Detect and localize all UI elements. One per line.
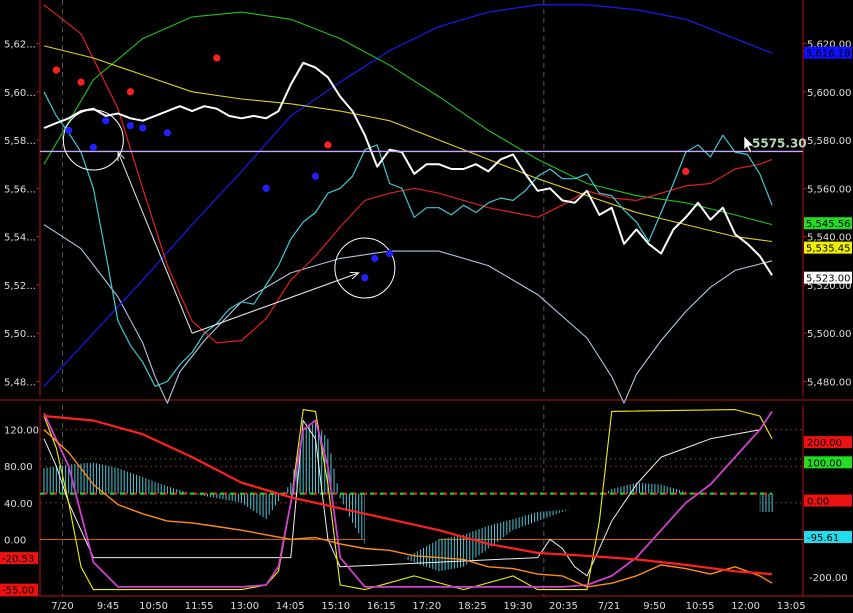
time-tick-label: 13:00 [230,601,259,612]
blue-signal-dot [89,143,97,151]
price-left-tick-label: 5,52... [4,281,36,292]
price-label-text: 5,535.45 [806,244,851,255]
time-tick-label: 19:30 [503,601,532,612]
time-tick-label: 10:55 [686,601,715,612]
chart-canvas: 5,62... 5,60... 5,58... 5,56... 5,54... 5,52.… [0,0,853,613]
blue-signal-dot [371,254,379,262]
red-signal-dot [213,54,221,62]
red-signal-dot [324,141,332,149]
level-line-label: 5575.30 [752,136,807,150]
osc-left-value-text: -55.00 [2,586,34,597]
time-tick-label: 20:35 [549,601,578,612]
blue-signal-dot [262,184,270,192]
price-right-tick-label: 5,480.00 [807,378,852,389]
osc-left-tick-label: 120.00 [4,426,39,437]
price-right-tick-label: 5,600.00 [807,88,852,99]
blue-signal-dot [139,124,147,132]
osc-right-tick-label: -200.00 [809,573,848,584]
time-tick-label: 9:45 [97,601,119,612]
blue-signal-dot [385,249,394,258]
osc-right-value-text: -95.61 [807,533,839,544]
time-tick-label: 7/21 [598,601,620,612]
osc-right-value-text: 200.00 [807,438,842,449]
price-right-tick-label: 5,580.00 [807,136,852,147]
price-label-text: 5,545.56 [806,219,851,230]
blue-signal-dot [361,274,369,282]
price-left-tick-label: 5,62... [4,39,36,50]
price-left-tick-label: 5,58... [4,136,36,147]
osc-right-value-text: 100.00 [807,458,842,469]
osc-left-tick-label: 80.00 [4,462,33,473]
time-axis: 7/20 9:45 10:50 11:55 13:00 14:05 15:10 16:15 17… [51,601,805,612]
price-right-tick-label: 5,560.00 [807,184,852,195]
osc-left-tick-label: 40.00 [4,499,33,510]
price-right-tick-label: 5,500.00 [807,329,852,340]
osc-left-tick-label: 0.00 [4,535,26,546]
time-tick-label: 16:15 [367,601,396,612]
red-signal-dot [52,66,60,74]
time-tick-label: 17:20 [412,601,441,612]
time-tick-label: 7/20 [51,601,73,612]
time-tick-label: 14:05 [276,601,305,612]
red-signal-dot [77,78,85,86]
red-signal-dot [682,167,690,176]
time-tick-label: 10:50 [139,601,168,612]
time-tick-label: 15:10 [321,601,350,612]
price-label-text: 5,616.18 [806,49,851,60]
price-left-tick-label: 5,56... [4,184,36,195]
osc-right-value-text: 0.00 [807,497,829,508]
price-left-tick-label: 5,60... [4,88,36,99]
price-left-tick-label: 5,50... [4,329,36,340]
osc-left-value-text: -20.53 [2,554,34,565]
red-signal-dot [126,88,134,96]
time-tick-label: 18:25 [458,601,487,612]
price-left-tick-label: 5,54... [4,233,36,244]
blue-signal-dot [163,129,172,137]
blue-signal-dot [65,126,73,134]
blue-signal-dot [102,117,110,125]
time-tick-label: 13:05 [777,601,806,612]
price-label-text: 5,523.00 [806,274,851,285]
time-tick-label: 9:50 [643,601,665,612]
blue-signal-dot [126,121,134,130]
blue-signal-dot [311,172,320,180]
price-left-tick-label: 5,48... [4,378,36,389]
time-tick-label: 12:00 [731,601,760,612]
time-tick-label: 11:55 [185,601,214,612]
